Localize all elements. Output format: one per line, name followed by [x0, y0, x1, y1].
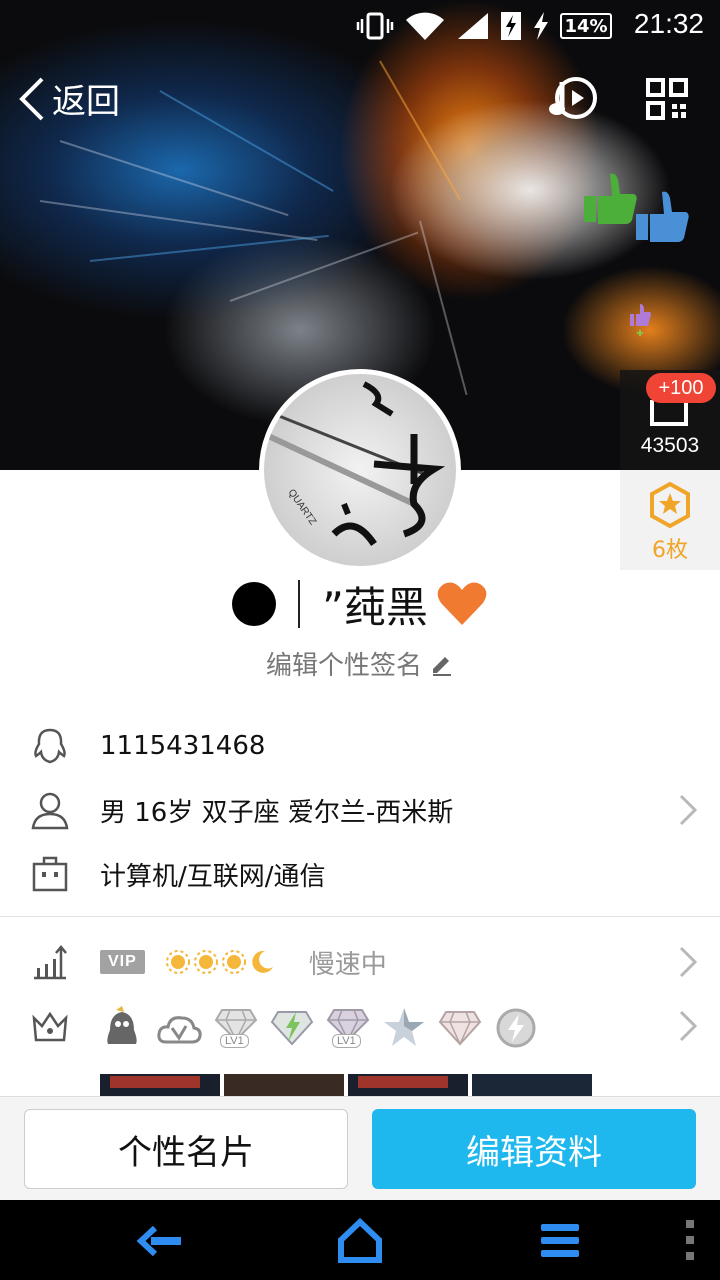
crown-icon: [32, 1011, 68, 1042]
personal-info: 男 16岁 双子座 爱尔兰-西米斯: [100, 797, 454, 828]
chevron-left-icon: [19, 77, 44, 120]
chevron-right-icon: [679, 794, 698, 826]
profile-name-row: ”莼黑: [0, 574, 720, 634]
chevron-right-icon: [679, 946, 698, 978]
badge-level-label: LV1: [332, 1034, 361, 1048]
qr-code-icon[interactable]: [646, 78, 688, 120]
star-medal-icon: [650, 482, 690, 528]
thumbs-up-decoration-icon: [584, 173, 689, 242]
chevron-right-icon: [679, 1010, 698, 1042]
like-count: 43503: [640, 434, 700, 457]
edit-profile-button[interactable]: 编辑资料: [372, 1109, 696, 1189]
back-label: 返回: [52, 82, 120, 122]
avatar[interactable]: QUARTZ: [259, 369, 461, 571]
signature-text: 编辑个性签名: [265, 651, 422, 681]
lightning-badge-icon[interactable]: [494, 1006, 538, 1050]
name-separator: [298, 580, 301, 628]
music-note-icon[interactable]: [548, 76, 598, 122]
qq-number: 1115431468: [100, 731, 266, 761]
avatar-watch-image-icon: QUARTZ: [264, 381, 446, 547]
photo-thumbnail[interactable]: [224, 1074, 344, 1096]
divider: [0, 916, 720, 917]
level-chart-icon: [34, 945, 67, 980]
like-increment-badge: +100: [646, 373, 716, 403]
vip-level-row[interactable]: VIP 慢速中: [0, 930, 720, 994]
battery-indicator: 14%: [560, 13, 612, 39]
nav-back-icon[interactable]: [135, 1216, 185, 1266]
edit-signature-link[interactable]: 编辑个性签名: [0, 645, 720, 682]
badge-list: LV1 LV1: [100, 1006, 538, 1050]
photo-thumbnail[interactable]: [348, 1074, 468, 1096]
speed-status: 慢速中: [308, 949, 387, 980]
diamond-lv1-badge[interactable]: LV1: [214, 1006, 258, 1050]
name-dot-symbol: [232, 582, 277, 626]
personal-card-button[interactable]: 个性名片: [24, 1109, 348, 1189]
signal-icon: [458, 13, 488, 39]
badge-level-label: LV1: [220, 1034, 249, 1048]
profile-name: ”莼黑: [322, 582, 428, 632]
back-button[interactable]: 返回: [18, 74, 120, 123]
sim-icon: [501, 12, 521, 40]
star-badge-icon[interactable]: [382, 1006, 426, 1050]
level-icons: [165, 949, 275, 975]
pencil-icon: [433, 656, 451, 676]
nav-home-icon[interactable]: [335, 1216, 385, 1266]
action-bar: 个性名片 编辑资料: [0, 1096, 720, 1200]
occupation-row: 计算机/互联网/通信: [0, 842, 720, 906]
status-bar: 14% 21:32: [0, 0, 720, 50]
small-thumb-icon: [630, 304, 651, 336]
moon-level-icon: [252, 950, 273, 973]
vibrate-icon: [356, 12, 394, 40]
personal-info-row[interactable]: 男 16岁 双子座 爱尔兰-西米斯: [0, 778, 720, 842]
sun-level-icon: [221, 950, 246, 974]
medal-count: 6枚: [652, 538, 688, 563]
person-icon: [31, 792, 69, 830]
overflow-menu-icon[interactable]: [680, 1216, 700, 1266]
briefcase-icon: [32, 856, 68, 892]
penguin-icon: [34, 728, 66, 764]
system-nav-bar: [0, 1200, 720, 1280]
svg-text:QUARTZ: QUARTZ: [286, 487, 318, 527]
wifi-icon: [406, 12, 444, 40]
photo-wall[interactable]: [100, 1074, 592, 1096]
nav-menu-icon[interactable]: [535, 1216, 585, 1266]
clock: 21:32: [633, 8, 704, 39]
occupation: 计算机/互联网/通信: [100, 861, 326, 892]
sun-level-icon: [165, 950, 190, 974]
sun-level-icon: [193, 950, 218, 974]
green-diamond-badge-icon[interactable]: [270, 1008, 314, 1048]
pink-diamond-badge-icon[interactable]: [438, 1008, 482, 1048]
photo-thumbnail[interactable]: [100, 1074, 220, 1096]
purple-diamond-lv1-badge[interactable]: LV1: [326, 1006, 370, 1050]
qq-number-row: 1115431468: [0, 714, 720, 778]
heart-icon: [437, 582, 487, 625]
vip-tag: VIP: [100, 950, 145, 974]
charging-icon: [534, 12, 548, 40]
cloud-v-badge-icon[interactable]: [156, 1006, 202, 1050]
photo-thumbnail[interactable]: [472, 1074, 592, 1096]
penguin-badge-icon[interactable]: [100, 1006, 144, 1050]
